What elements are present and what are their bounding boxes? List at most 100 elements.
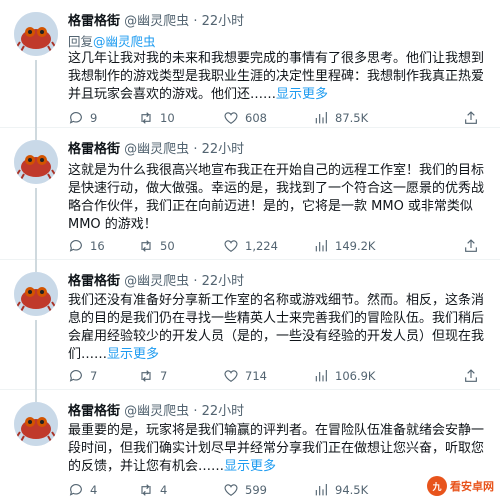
views-button[interactable]: 106.9K [313, 366, 375, 386]
views-count: 94.5K [335, 483, 369, 497]
action-bar: 4 4 599 94.5K [68, 480, 488, 500]
tweet-text-content: 这就是为什么我很高兴地宣布我正在开始自己的远程工作室！我们的目标是快速行动，做大… [68, 163, 485, 232]
share-button[interactable] [463, 108, 479, 128]
reply-button[interactable]: 16 [68, 236, 105, 256]
reply-icon [69, 370, 82, 382]
views-count: 149.2K [335, 239, 376, 253]
tweet-header: 格雷格街 @幽灵爬虫 · 22小时 [68, 10, 244, 29]
like-button[interactable]: 1,224 [223, 236, 278, 256]
like-count: 714 [245, 369, 267, 383]
retweet-button[interactable]: 4 [138, 480, 167, 500]
like-icon [224, 240, 238, 253]
retweet-button[interactable]: 50 [138, 236, 175, 256]
share-button[interactable] [463, 236, 479, 256]
tweet-text: 最重要的是，玩家将是我们输赢的评判者。在冒险队伍准备就绪会安静一段时间，但我们确… [68, 422, 488, 476]
like-icon [224, 112, 238, 125]
avatar[interactable] [14, 140, 58, 184]
views-icon [315, 240, 327, 252]
views-count: 106.9K [335, 369, 376, 383]
views-icon [315, 112, 327, 124]
retweet-count: 50 [160, 239, 175, 253]
reply-icon [69, 484, 82, 496]
thread-line [35, 260, 37, 272]
like-icon [224, 370, 238, 383]
reply-button[interactable]: 9 [68, 108, 97, 128]
tweet-text: 这几年让我对我的未来和我想要完成的事情有了很多思考。他们让我想到我想制作的游戏类… [68, 50, 488, 104]
author-handle[interactable]: @幽灵爬虫 [124, 274, 189, 289]
retweet-icon [141, 370, 151, 382]
thread-line [35, 188, 37, 260]
tweet-1[interactable]: 格雷格街 @幽灵爬虫 · 22小时 回复@幽灵爬虫 这几年让我对我的未来和我想要… [0, 0, 500, 128]
like-count: 599 [245, 483, 267, 497]
share-button[interactable] [463, 366, 479, 386]
tweet-2[interactable]: 格雷格街 @幽灵爬虫 · 22小时 这就是为什么我很高兴地宣布我正在开始自己的远… [0, 128, 500, 260]
author-name[interactable]: 格雷格街 [68, 274, 120, 289]
tweet-text: 我们还没有准备好分享新工作室的名称或游戏细节。然而。相反，这条消息的目的是我们仍… [68, 292, 488, 364]
like-count: 608 [245, 111, 267, 125]
retweet-button[interactable]: 10 [138, 108, 175, 128]
tweet-3[interactable]: 格雷格街 @幽灵爬虫 · 22小时 我们还没有准备好分享新工作室的名称或游戏细节… [0, 260, 500, 390]
thread-line [35, 60, 37, 128]
show-more-link[interactable]: 显示更多 [276, 87, 328, 102]
like-button[interactable]: 599 [223, 480, 267, 500]
thread-line [35, 128, 37, 140]
show-more-link[interactable]: 显示更多 [107, 347, 159, 362]
views-icon [315, 370, 327, 382]
separator-dot: · [193, 274, 198, 289]
retweet-button[interactable]: 7 [138, 366, 167, 386]
reply-count: 4 [90, 483, 98, 497]
retweet-icon [141, 112, 151, 124]
reply-icon [69, 240, 82, 252]
reply-icon [69, 112, 82, 124]
timestamp[interactable]: 22小时 [202, 404, 245, 419]
thread-line [35, 390, 37, 402]
reply-mention-link[interactable]: @幽灵爬虫 [93, 34, 156, 49]
views-icon [315, 484, 327, 496]
author-name[interactable]: 格雷格街 [68, 14, 120, 29]
show-more-link[interactable]: 显示更多 [224, 459, 276, 474]
reply-button[interactable]: 7 [68, 366, 97, 386]
tweet-4[interactable]: 格雷格街 @幽灵爬虫 · 22小时 最重要的是，玩家将是我们输赢的评判者。在冒险… [0, 390, 500, 502]
reply-to: 回复@幽灵爬虫 [68, 31, 156, 50]
author-handle[interactable]: @幽灵爬虫 [124, 142, 189, 157]
views-button[interactable]: 87.5K [313, 108, 368, 128]
timestamp[interactable]: 22小时 [202, 274, 245, 289]
action-bar: 7 7 714 106.9K [68, 366, 488, 386]
separator-dot: · [193, 14, 198, 29]
timestamp[interactable]: 22小时 [202, 14, 245, 29]
retweet-count: 4 [160, 483, 168, 497]
author-name[interactable]: 格雷格街 [68, 404, 120, 419]
views-count: 87.5K [335, 111, 369, 125]
avatar[interactable] [14, 272, 58, 316]
like-button[interactable]: 714 [223, 366, 267, 386]
reply-count: 7 [90, 369, 98, 383]
retweet-icon [141, 484, 151, 496]
separator-dot: · [193, 404, 198, 419]
timestamp[interactable]: 22小时 [202, 142, 245, 157]
views-button[interactable]: 94.5K [313, 480, 368, 500]
avatar[interactable] [14, 12, 58, 56]
retweet-icon [141, 240, 151, 252]
author-handle[interactable]: @幽灵爬虫 [124, 14, 189, 29]
like-button[interactable]: 608 [223, 108, 267, 128]
action-bar: 9 10 608 87.5K [68, 108, 488, 128]
reply-count: 16 [90, 239, 105, 253]
author-name[interactable]: 格雷格街 [68, 142, 120, 157]
avatar[interactable] [14, 402, 58, 446]
tweet-header: 格雷格街 @幽灵爬虫 · 22小时 [68, 400, 244, 419]
watermark-text: 看安卓网 [450, 480, 494, 493]
reply-prefix: 回复 [68, 34, 94, 49]
views-button[interactable]: 149.2K [313, 236, 375, 256]
separator-dot: · [193, 142, 198, 157]
like-icon [224, 484, 238, 497]
thread-line [35, 320, 37, 390]
tweet-text: 这就是为什么我很高兴地宣布我正在开始自己的远程工作室！我们的目标是快速行动，做大… [68, 162, 488, 234]
action-bar: 16 50 1,224 149.2K [68, 236, 488, 256]
like-count: 1,224 [245, 239, 278, 253]
watermark: 九 看安卓网 [427, 476, 494, 496]
share-icon [465, 369, 477, 382]
reply-button[interactable]: 4 [68, 480, 97, 500]
author-handle[interactable]: @幽灵爬虫 [124, 404, 189, 419]
share-icon [465, 111, 477, 124]
retweet-count: 10 [160, 111, 175, 125]
